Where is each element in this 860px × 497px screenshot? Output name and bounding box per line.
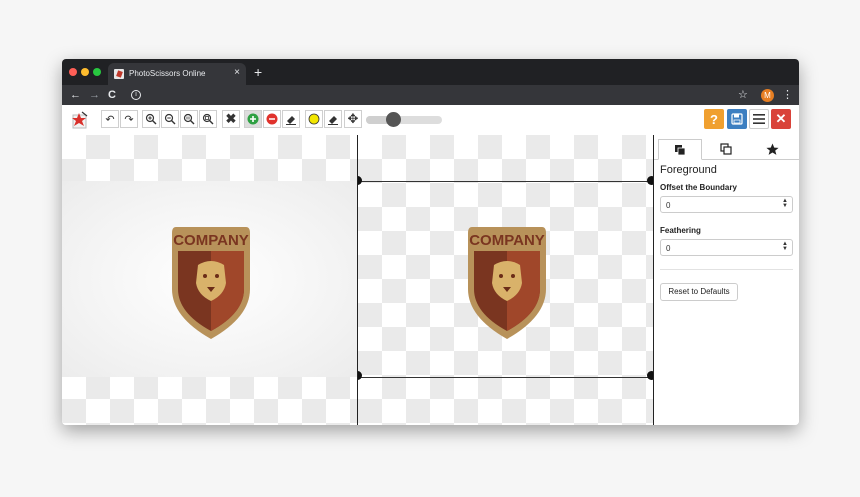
save-button[interactable] — [727, 109, 747, 129]
background-marker-icon — [266, 113, 278, 125]
undo-button[interactable]: ↶ — [101, 110, 119, 128]
reload-icon[interactable]: C — [108, 88, 116, 102]
zoom-fit-icon — [202, 113, 214, 125]
back-icon[interactable]: ← — [70, 88, 81, 102]
spinner-arrows-icon[interactable]: ▲ ▼ — [782, 198, 788, 209]
foreground-layers-icon — [675, 144, 686, 155]
hair-marker-icon — [308, 113, 320, 125]
main-menu-button[interactable] — [749, 109, 769, 129]
zoom-in-icon — [145, 113, 157, 125]
photoscissors-favicon-icon — [114, 69, 124, 79]
foreground-marker-button[interactable] — [244, 110, 262, 128]
eraser-icon — [286, 116, 296, 125]
help-button[interactable]: ? — [704, 109, 724, 129]
move-arrows-icon: ✥ — [347, 111, 359, 126]
original-image-pane[interactable]: COMPANY — [62, 135, 358, 425]
crop-handle-bottom-left[interactable] — [358, 371, 362, 380]
forward-icon[interactable]: → — [89, 88, 100, 102]
window-close-button[interactable] — [69, 68, 77, 76]
photoscissors-logo-icon — [72, 111, 88, 129]
tab-title: PhotoScissors Online — [129, 69, 206, 78]
window-minimize-button[interactable] — [81, 68, 89, 76]
tab-foreground[interactable] — [658, 139, 702, 160]
pan-move-button[interactable]: ✥ — [344, 110, 362, 128]
crop-handle-top-right[interactable] — [647, 176, 653, 185]
redo-button[interactable]: ↷ — [120, 110, 138, 128]
offset-boundary-value: 0 — [666, 201, 671, 210]
new-tab-button[interactable]: + — [254, 64, 262, 80]
hair-marker-button[interactable] — [305, 110, 323, 128]
settings-sidebar: Foreground Offset the Boundary 0 ▲ ▼ Feat… — [654, 135, 799, 425]
undo-icon: ↶ — [105, 113, 115, 126]
emblem-company-text: COMPANY — [173, 232, 249, 249]
foreground-marker-icon — [247, 113, 259, 125]
browser-tab-bar: PhotoScissors Online × + — [62, 59, 799, 85]
section-title: Foreground — [660, 164, 717, 176]
help-icon: ? — [710, 111, 718, 127]
offset-boundary-label: Offset the Boundary — [660, 183, 737, 192]
site-info-icon[interactable]: i — [131, 90, 141, 100]
zoom-in-button[interactable] — [142, 110, 160, 128]
spin-down-icon[interactable]: ▼ — [782, 203, 788, 209]
browser-window: PhotoScissors Online × + ← → C i ☆ M ⋮ ↶… — [62, 59, 799, 425]
browser-menu-icon[interactable]: ⋮ — [782, 88, 793, 102]
zoom-actual-size-button[interactable] — [180, 110, 198, 128]
brush-size-thumb[interactable] — [385, 112, 401, 127]
hamburger-menu-icon — [753, 114, 765, 124]
editor-toolbar: ↶ ↷ ✖ ✥ ? ✕ — [62, 105, 799, 136]
hair-eraser-button[interactable] — [324, 110, 342, 128]
reset-to-defaults-button[interactable]: Reset to Defaults — [660, 283, 738, 301]
zoom-out-button[interactable] — [161, 110, 179, 128]
brush-size-slider[interactable] — [366, 116, 442, 124]
zoom-fit-button[interactable] — [199, 110, 217, 128]
company-lion-emblem-result: COMPANY — [468, 227, 546, 339]
offset-boundary-input[interactable]: 0 ▲ ▼ — [660, 196, 793, 213]
tab-close-icon[interactable]: × — [234, 67, 240, 79]
window-maximize-button[interactable] — [93, 68, 101, 76]
zoom-actual-size-icon — [183, 113, 195, 125]
result-image-pane[interactable]: COMPANY — [358, 135, 654, 425]
star-icon — [765, 143, 779, 155]
redo-icon: ↷ — [124, 113, 134, 126]
clear-button[interactable]: ✖ — [222, 110, 240, 128]
crop-handle-bottom-right[interactable] — [647, 371, 653, 380]
close-editor-button[interactable]: ✕ — [771, 109, 791, 129]
tab-effects[interactable] — [750, 139, 794, 159]
editor-workspace: COMPANY COMPANY Foreground Offset the Bo… — [62, 135, 799, 425]
bookmark-star-icon[interactable]: ☆ — [738, 88, 748, 102]
spinner-arrows-icon[interactable]: ▲ ▼ — [782, 241, 788, 252]
eraser-button[interactable] — [282, 110, 300, 128]
feathering-value: 0 — [666, 244, 671, 253]
profile-avatar[interactable]: M — [761, 89, 774, 102]
spin-down-icon[interactable]: ▼ — [782, 246, 788, 252]
background-layers-icon — [720, 143, 732, 155]
tab-background[interactable] — [704, 139, 748, 159]
feathering-input[interactable]: 0 ▲ ▼ — [660, 239, 793, 256]
settings-tabs — [654, 139, 799, 160]
save-floppy-icon — [731, 113, 743, 125]
close-icon: ✕ — [775, 111, 787, 126]
clear-x-icon: ✖ — [225, 111, 237, 126]
background-marker-button[interactable] — [263, 110, 281, 128]
address-bar: ← → C i ☆ M ⋮ — [62, 85, 799, 105]
emblem-company-text: COMPANY — [469, 232, 545, 249]
feathering-label: Feathering — [660, 226, 701, 235]
zoom-out-icon — [164, 113, 176, 125]
browser-tab[interactable]: PhotoScissors Online × — [108, 63, 246, 85]
sidebar-divider — [660, 269, 793, 270]
hair-eraser-icon — [328, 116, 338, 125]
company-lion-emblem-original: COMPANY — [172, 227, 250, 339]
